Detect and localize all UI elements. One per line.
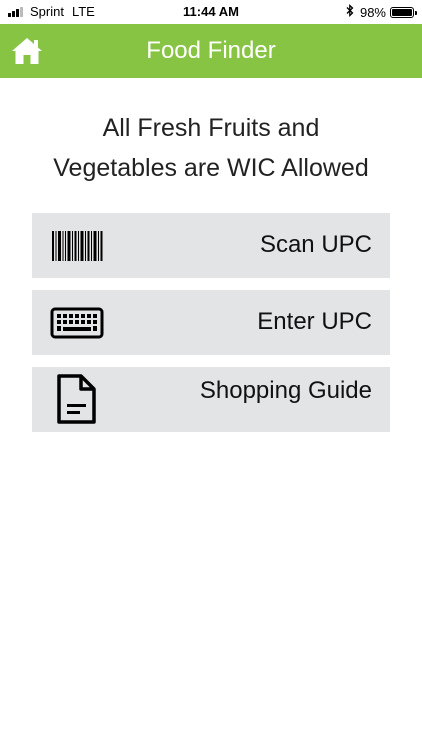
- status-bar: Sprint LTE 11:44 AM 98%: [0, 0, 422, 24]
- shopping-guide-label: Shopping Guide: [199, 377, 372, 404]
- signal-strength-icon: [8, 6, 24, 17]
- keyboard-icon: [50, 307, 104, 339]
- main-menu: Scan UPC Enter UPC Shopping Guide: [32, 213, 390, 444]
- network-type: LTE: [71, 4, 95, 19]
- bluetooth-icon: [346, 4, 354, 20]
- page-title: Food Finder: [146, 37, 276, 64]
- app-header: Food Finder: [0, 24, 422, 78]
- status-right: 98%: [346, 4, 417, 20]
- enter-upc-label: Enter UPC: [257, 308, 372, 335]
- battery-icon: [390, 6, 417, 18]
- scan-upc-label: Scan UPC: [259, 231, 372, 258]
- scan-upc-button[interactable]: Scan UPC: [32, 213, 390, 278]
- battery-percent: 98%: [359, 4, 386, 20]
- status-left: Sprint LTE: [8, 4, 95, 19]
- battery-fill: [392, 8, 412, 16]
- document-icon: [57, 374, 96, 424]
- barcode-icon: [52, 231, 103, 261]
- wic-notice-line-1: All Fresh Fruits and: [102, 114, 320, 142]
- enter-upc-button[interactable]: Enter UPC: [32, 290, 390, 355]
- wic-notice: All Fresh Fruits and Vegetables are WIC …: [20, 108, 402, 188]
- carrier-name: Sprint: [30, 4, 64, 19]
- shopping-guide-button[interactable]: Shopping Guide: [32, 367, 390, 432]
- wic-notice-line-2: Vegetables are WIC Allowed: [53, 154, 369, 182]
